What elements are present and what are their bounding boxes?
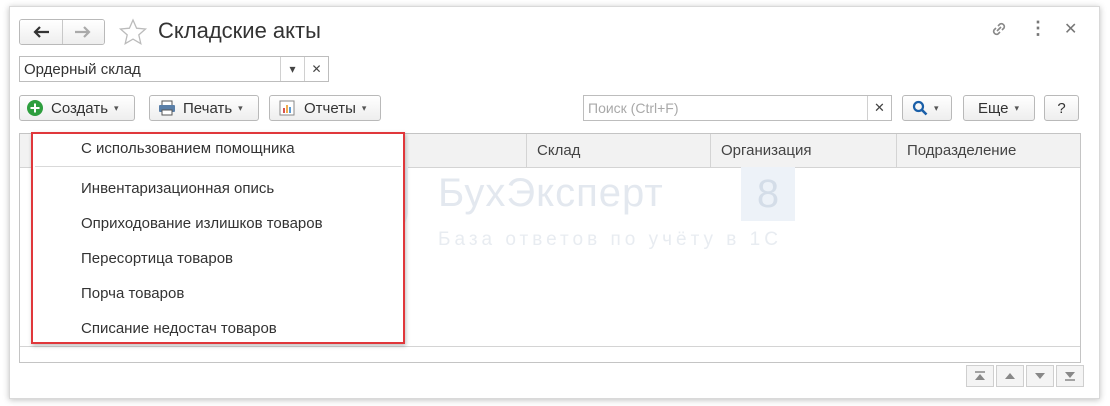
triangle-down-icon: [1035, 373, 1045, 379]
go-first-icon: [975, 371, 985, 380]
caret-down-icon: ▾: [934, 102, 939, 113]
menu-item-inventory-list[interactable]: Инвентаризационная опись: [81, 180, 274, 197]
prev-page-button[interactable]: [996, 365, 1024, 387]
close-icon[interactable]: ✕: [1064, 19, 1077, 39]
menu-item-wizard[interactable]: С использованием помощника: [81, 140, 295, 157]
create-label: Создать: [51, 99, 109, 117]
search-clear-button[interactable]: ✕: [867, 96, 891, 120]
help-button[interactable]: ?: [1044, 95, 1079, 121]
print-label: Печать: [183, 99, 233, 117]
more-label: Еще: [978, 99, 1009, 117]
column-header-organization[interactable]: Организация: [710, 134, 896, 168]
watermark-brand: БухЭксперт: [438, 171, 664, 215]
warehouse-field[interactable]: Ордерный склад: [20, 57, 280, 81]
caret-down-icon: ▾: [361, 102, 367, 113]
close-icon: ✕: [874, 100, 885, 115]
more-button[interactable]: Еще ▾: [963, 95, 1035, 121]
caret-down-icon: ▾: [238, 102, 243, 113]
search-icon: [912, 100, 928, 116]
caret-down-icon: ▾: [114, 102, 119, 113]
close-icon: ✕: [311, 62, 322, 76]
caret-down-icon: ▾: [289, 62, 296, 76]
first-page-button[interactable]: [966, 365, 994, 387]
back-button[interactable]: [20, 20, 62, 44]
link-icon[interactable]: [989, 19, 1009, 39]
warehouse-clear-button[interactable]: ✕: [304, 57, 328, 81]
create-button[interactable]: Создать ▾: [19, 95, 135, 121]
menu-item-damage[interactable]: Порча товаров: [81, 285, 184, 302]
menu-item-surplus-posting[interactable]: Оприходование излишков товаров: [81, 215, 323, 232]
triangle-up-icon: [1005, 373, 1015, 379]
next-page-button[interactable]: [1026, 365, 1054, 387]
warehouse-dropdown-button[interactable]: ▾: [280, 57, 304, 81]
printer-icon: [159, 100, 175, 116]
watermark-tagline: База ответов по учёту в 1С: [438, 229, 782, 250]
search-input[interactable]: Поиск (Ctrl+F): [584, 96, 867, 120]
search-box: Поиск (Ctrl+F) ✕: [583, 95, 892, 121]
last-page-button[interactable]: [1056, 365, 1084, 387]
go-last-icon: [1065, 372, 1075, 381]
caret-down-icon: ▾: [1014, 102, 1020, 113]
search-button[interactable]: ▾: [902, 95, 952, 121]
watermark-badge: 8: [741, 167, 795, 221]
more-vertical-icon[interactable]: ⋮: [1029, 18, 1047, 39]
arrow-right-icon: [75, 26, 92, 38]
table-footer-divider: [20, 346, 1080, 347]
reports-button[interactable]: Отчеты ▾: [269, 95, 381, 121]
help-label: ?: [1057, 99, 1066, 117]
warehouse-filter: Ордерный склад ▾ ✕: [19, 56, 329, 82]
print-button[interactable]: Печать ▾: [149, 95, 259, 121]
forward-button[interactable]: [61, 20, 104, 44]
report-chart-icon: [279, 100, 295, 116]
menu-item-shortage-writeoff[interactable]: Списание недостач товаров: [81, 320, 277, 337]
reports-label: Отчеты: [304, 99, 356, 117]
arrow-left-icon: [33, 26, 49, 38]
menu-item-regrading[interactable]: Пересортица товаров: [81, 250, 233, 267]
column-header-department[interactable]: Подразделение: [896, 134, 1082, 168]
create-dropdown-menu: С использованием помощника Инвентаризаци…: [31, 132, 405, 344]
nav-buttons: [19, 19, 105, 45]
page-title: Складские акты: [158, 18, 321, 43]
column-header-warehouse[interactable]: Склад: [526, 134, 710, 168]
main-window: Складские акты ⋮ ✕ Ордерный склад ▾ ✕ Со…: [9, 6, 1100, 399]
table-pager: [966, 365, 1084, 387]
menu-divider: [35, 166, 401, 167]
star-icon[interactable]: [118, 18, 148, 46]
plus-circle-icon: [27, 100, 43, 116]
